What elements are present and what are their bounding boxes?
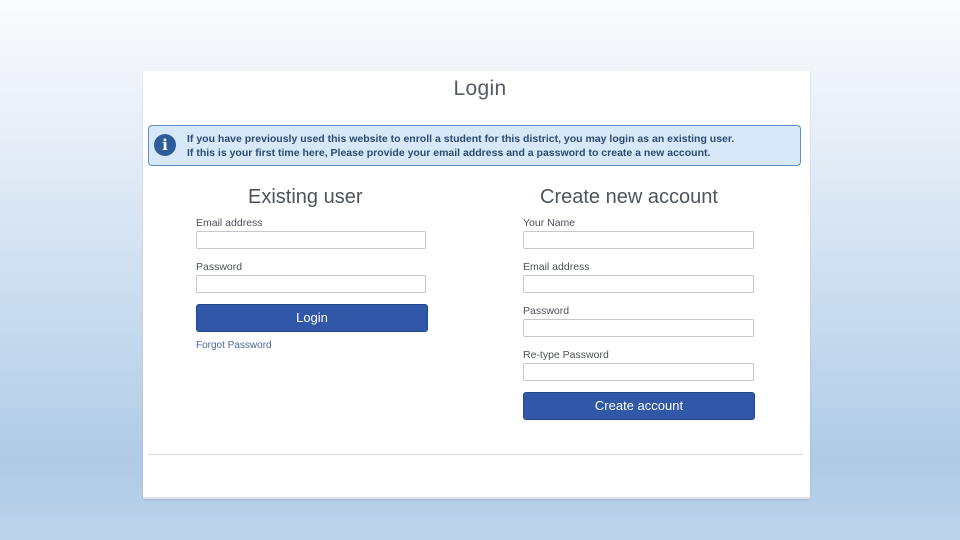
existing-email-input[interactable] (196, 231, 426, 249)
create-email-label: Email address (523, 261, 590, 273)
create-account-heading: Create new account (540, 186, 718, 208)
create-password-input[interactable] (523, 319, 754, 337)
existing-email-label: Email address (196, 217, 263, 229)
your-name-input[interactable] (523, 231, 754, 249)
card-bottom-edge (143, 497, 810, 499)
create-account-button[interactable]: Create account (523, 392, 755, 420)
info-line-2: If this is your first time here, Please … (187, 146, 711, 159)
footer-divider (148, 454, 803, 455)
info-line-1: If you have previously used this website… (187, 133, 735, 145)
login-button[interactable]: Login (196, 304, 428, 332)
your-name-label: Your Name (523, 217, 576, 229)
forgot-password-link[interactable]: Forgot Password (196, 340, 272, 351)
login-card: i If you have previously used this websi… (143, 71, 810, 499)
info-icon: i (154, 134, 176, 156)
create-password-label: Password (523, 305, 570, 317)
existing-user-heading: Existing user (248, 186, 363, 208)
retype-password-label: Re-type Password (523, 349, 609, 361)
info-alert: i If you have previously used this websi… (148, 125, 801, 166)
create-email-input[interactable] (523, 275, 754, 293)
existing-password-label: Password (196, 261, 243, 273)
retype-password-input[interactable] (523, 363, 754, 381)
info-message: If you have previously used this website… (187, 133, 734, 160)
existing-password-input[interactable] (196, 275, 426, 293)
page-title: Login (453, 77, 507, 100)
